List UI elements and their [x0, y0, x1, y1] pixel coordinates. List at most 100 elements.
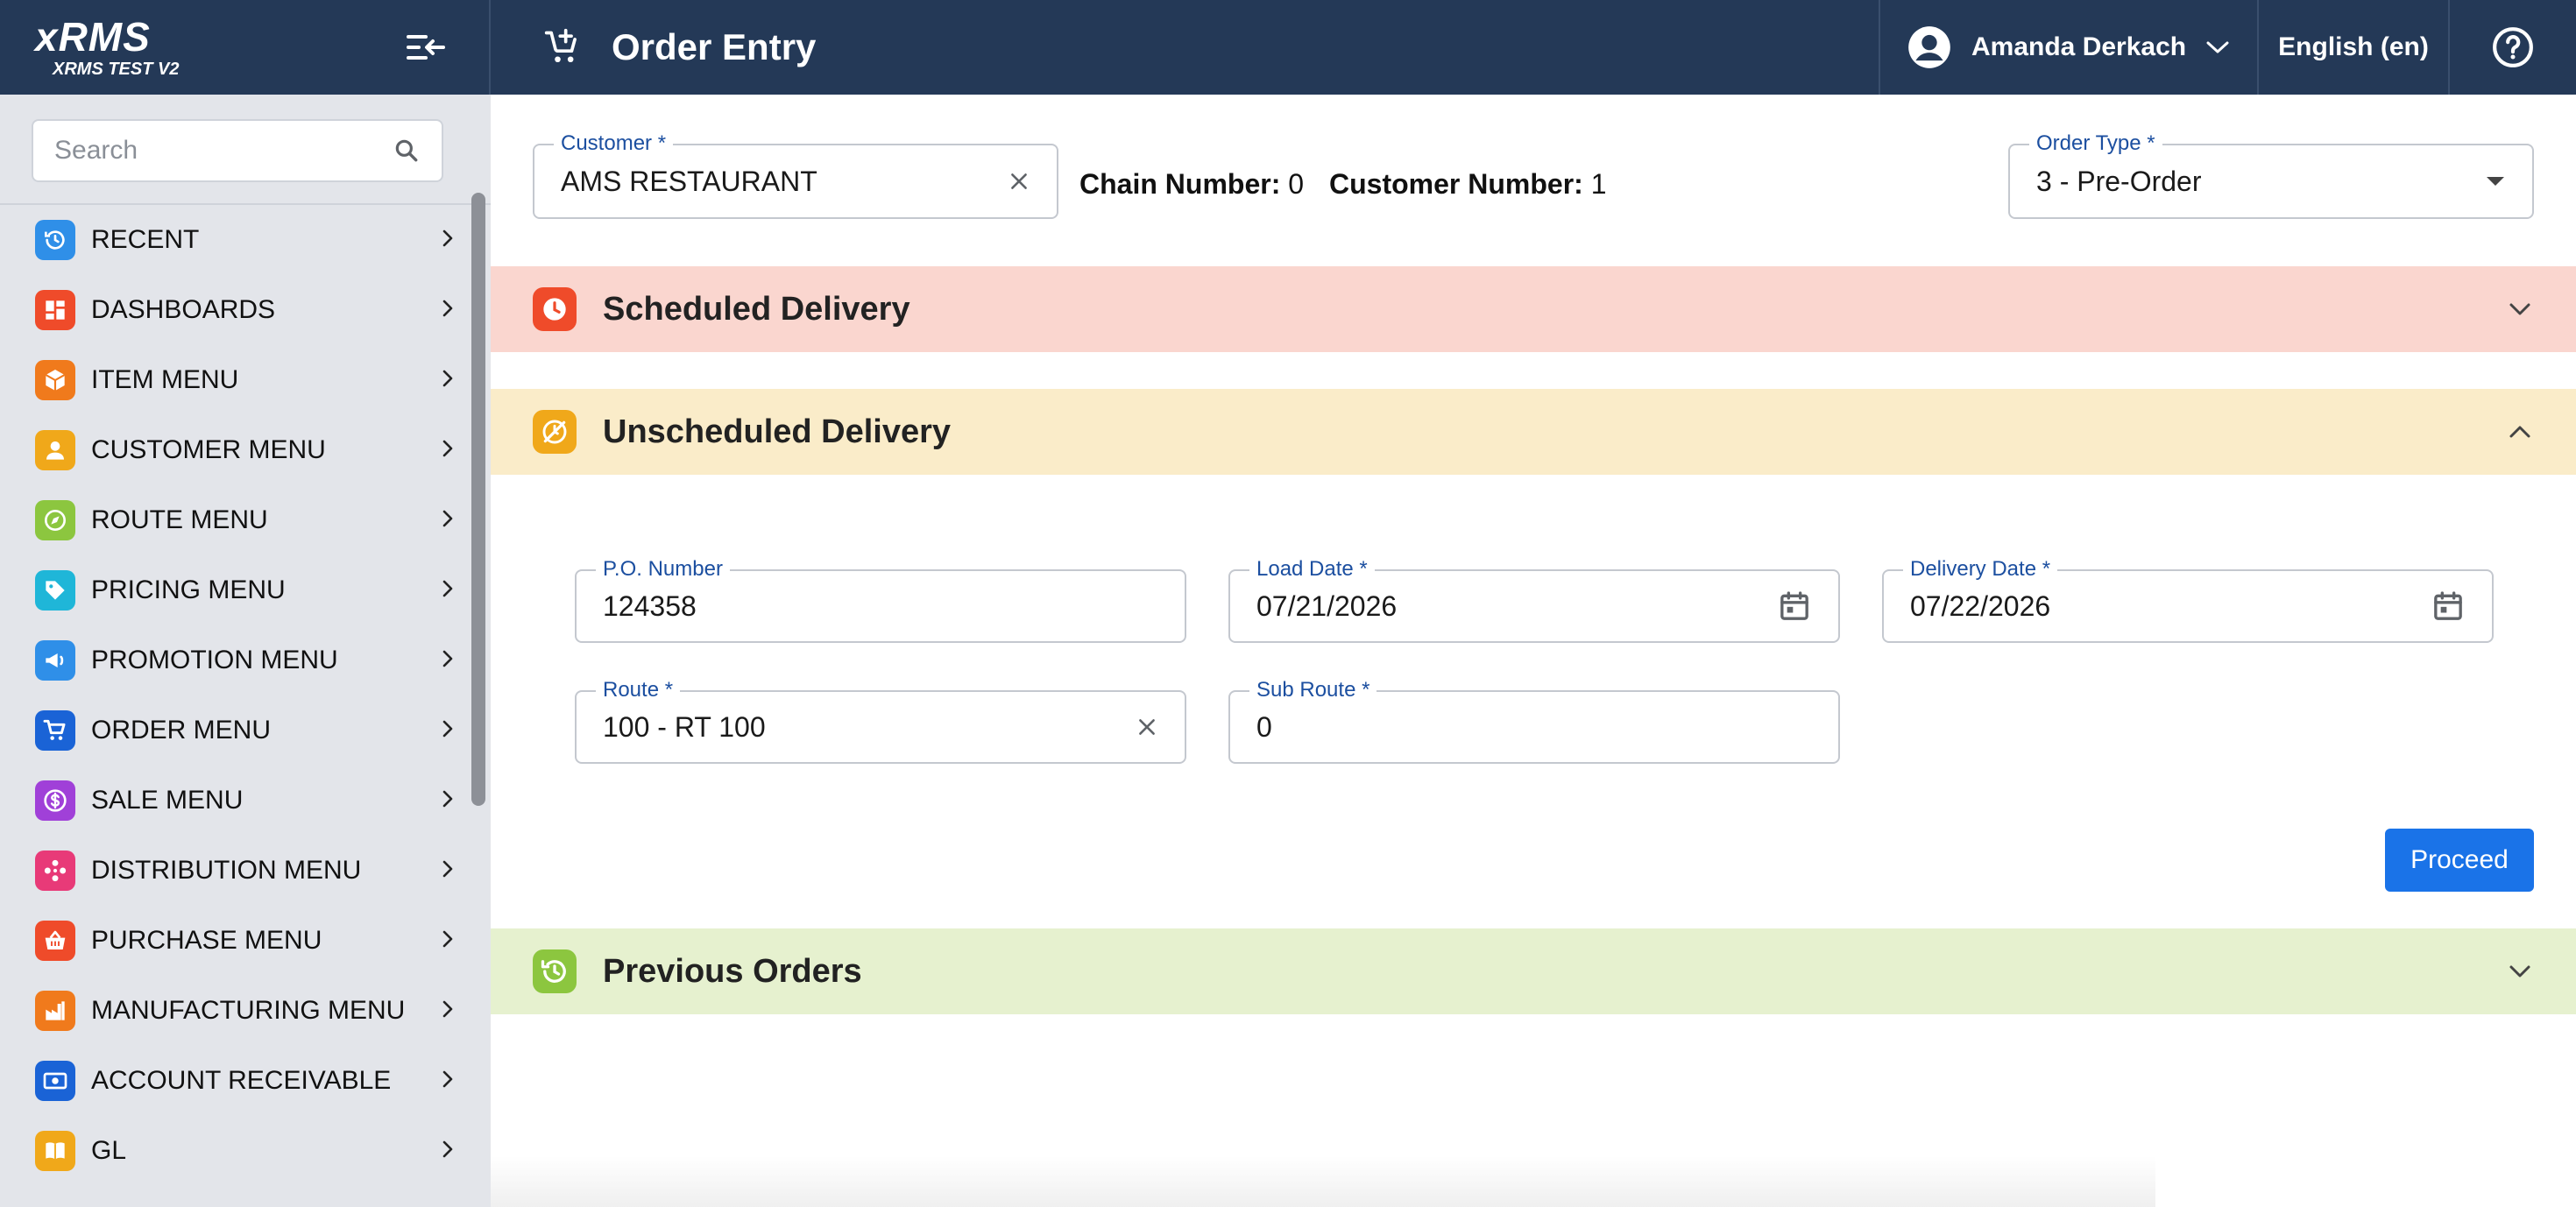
sidebar-item-item-menu[interactable]: ITEM MENU	[0, 345, 491, 415]
customer-field[interactable]: Customer * AMS RESTAURANT	[533, 131, 1058, 219]
page-title-area: Order Entry	[491, 0, 1879, 95]
chevron-right-icon	[440, 1138, 456, 1165]
megaphone-icon	[35, 640, 75, 681]
previous-orders-title: Previous Orders	[603, 952, 862, 990]
sidebar-item-customer-menu[interactable]: CUSTOMER MENU	[0, 415, 491, 485]
customer-number: Customer Number: 1	[1329, 168, 1607, 201]
sidebar-search[interactable]	[32, 119, 443, 182]
language-label: English (en)	[2278, 32, 2429, 61]
sidebar-item-purchase-menu[interactable]: PURCHASE MENU	[0, 906, 491, 976]
chain-number: Chain Number: 0	[1079, 168, 1304, 201]
load-date-field[interactable]: Load Date * 07/21/2026	[1228, 557, 1840, 643]
customer-number-value: 1	[1590, 168, 1607, 200]
sidebar-item-gl[interactable]: GL	[0, 1116, 491, 1186]
chain-number-label: Chain Number:	[1079, 168, 1281, 200]
history-icon	[35, 220, 75, 260]
chevron-right-icon	[440, 647, 456, 674]
route-field[interactable]: Route * 100 - RT 100	[575, 678, 1186, 764]
search-input[interactable]	[54, 136, 393, 166]
chevron-right-icon	[440, 227, 456, 254]
sidebar-item-label: PRICING MENU	[91, 575, 286, 604]
sub-route-field[interactable]: Sub Route * 0	[1228, 678, 1840, 764]
calendar-icon[interactable]	[2431, 589, 2466, 624]
collapse-sidebar-button[interactable]	[398, 19, 454, 75]
order-type-value: 3 - Pre-Order	[2036, 165, 2202, 197]
chevron-right-icon	[440, 507, 456, 534]
brand-logo[interactable]: xRMS XRMS TEST V2	[35, 16, 179, 80]
add-to-cart-icon	[540, 25, 585, 70]
previous-orders-header[interactable]: Previous Orders	[491, 928, 2576, 1014]
top-app-bar: xRMS XRMS TEST V2 Order Entry Amanda Der…	[0, 0, 2576, 95]
sidebar: RECENT DASHBOARDS ITEM MENU CUSTOMER MENU RO…	[0, 95, 491, 1207]
chevron-right-icon	[440, 928, 456, 955]
sidebar-item-route-menu[interactable]: ROUTE MENU	[0, 485, 491, 555]
sidebar-item-pricing-menu[interactable]: PRICING MENU	[0, 555, 491, 625]
sidebar-item-manufacturing-menu[interactable]: MANUFACTURING MENU	[0, 976, 491, 1046]
delivery-date-value: 07/22/2026	[1910, 589, 2051, 622]
sidebar-item-label: ORDER MENU	[91, 716, 272, 745]
cart-icon	[35, 710, 75, 751]
user-name: Amanda Derkach	[1971, 32, 2187, 61]
chevron-down-icon	[2502, 963, 2537, 979]
sidebar-item-dashboards[interactable]: DASHBOARDS	[0, 275, 491, 345]
dashboard-icon	[35, 290, 75, 330]
route-label: Route *	[596, 678, 681, 702]
sidebar-item-label: GL	[91, 1136, 127, 1165]
sidebar-item-recent[interactable]: RECENT	[0, 205, 491, 275]
search-icon	[395, 139, 418, 162]
scheduled-delivery-title: Scheduled Delivery	[603, 290, 910, 328]
sidebar-item-sale-menu[interactable]: SALE MENU	[0, 766, 491, 836]
delivery-date-field[interactable]: Delivery Date * 07/22/2026	[1882, 557, 2494, 643]
sidebar-scrollbar[interactable]	[471, 193, 485, 806]
page-title: Order Entry	[612, 26, 817, 67]
scheduled-delivery-header[interactable]: Scheduled Delivery	[491, 266, 2576, 352]
sub-route-label: Sub Route *	[1249, 678, 1377, 702]
sidebar-search-area	[0, 95, 491, 205]
help-button[interactable]	[2448, 0, 2576, 95]
sidebar-item-label: PURCHASE MENU	[91, 926, 322, 955]
load-date-value: 07/21/2026	[1256, 589, 1398, 622]
clear-icon[interactable]	[1136, 716, 1158, 738]
customer-value: AMS RESTAURANT	[561, 165, 817, 197]
distribution-icon	[35, 851, 75, 891]
bottom-shadow	[491, 1156, 2155, 1207]
calendar-icon[interactable]	[1777, 589, 1812, 624]
order-type-label: Order Type *	[2029, 131, 2162, 156]
sidebar-item-label: SALE MENU	[91, 786, 244, 815]
sidebar-item-account-receivable[interactable]: ACCOUNT RECEIVABLE	[0, 1046, 491, 1116]
user-menu[interactable]: Amanda Derkach	[1879, 0, 2257, 95]
sidebar-item-promotion-menu[interactable]: PROMOTION MENU	[0, 625, 491, 695]
unscheduled-delivery-title: Unscheduled Delivery	[603, 413, 952, 450]
chevron-right-icon	[440, 1068, 456, 1095]
chevron-right-icon	[440, 787, 456, 815]
delivery-date-label: Delivery Date *	[1903, 557, 2058, 582]
brand-logo-text: xRMS	[35, 13, 151, 60]
sidebar-item-label: ROUTE MENU	[91, 505, 268, 534]
sidebar-item-order-menu[interactable]: ORDER MENU	[0, 695, 491, 766]
po-number-field[interactable]: P.O. Number 124358	[575, 557, 1186, 643]
order-type-select[interactable]: Order Type * 3 - Pre-Order	[2008, 131, 2534, 219]
chain-number-value: 0	[1288, 168, 1305, 200]
brand-subtitle: XRMS TEST V2	[53, 59, 180, 79]
menu-collapse-icon	[407, 35, 445, 60]
chevron-right-icon	[440, 717, 456, 745]
book-icon	[35, 1131, 75, 1171]
chevron-right-icon	[440, 998, 456, 1025]
clock-icon	[533, 287, 577, 331]
sidebar-item-label: ITEM MENU	[91, 365, 239, 394]
chevron-right-icon	[440, 367, 456, 394]
proceed-button[interactable]: Proceed	[2385, 829, 2534, 892]
account-circle-icon	[1908, 26, 1950, 68]
sidebar-item-label: CUSTOMER MENU	[91, 435, 326, 464]
po-number-label: P.O. Number	[596, 557, 730, 582]
unscheduled-delivery-header[interactable]: Unscheduled Delivery	[491, 389, 2576, 475]
language-selector[interactable]: English (en)	[2257, 0, 2448, 95]
sidebar-item-distribution-menu[interactable]: DISTRIBUTION MENU	[0, 836, 491, 906]
clear-icon[interactable]	[1008, 170, 1030, 193]
sub-route-value: 0	[1256, 710, 1272, 743]
help-icon	[2493, 27, 2533, 67]
chevron-right-icon	[440, 858, 456, 885]
sidebar-item-label: RECENT	[91, 225, 200, 254]
sidebar-item-label: DASHBOARDS	[91, 295, 276, 324]
route-value: 100 - RT 100	[603, 710, 766, 743]
